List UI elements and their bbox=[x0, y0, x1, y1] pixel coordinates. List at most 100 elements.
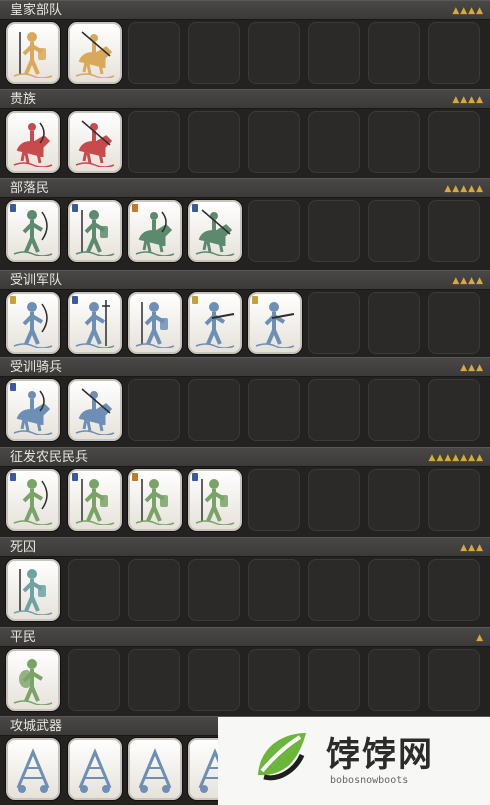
section-levy: 征发农民民兵 ▲▲▲▲▲▲▲ bbox=[0, 447, 490, 531]
empty-unit-slot[interactable] bbox=[428, 111, 480, 173]
empty-unit-slot[interactable] bbox=[368, 22, 420, 84]
levy-axeman-card[interactable] bbox=[128, 469, 182, 531]
empty-unit-slot[interactable] bbox=[128, 559, 180, 621]
empty-unit-slot[interactable] bbox=[188, 559, 240, 621]
unit-portrait-icon bbox=[13, 569, 53, 615]
section-trained-cav: 受训骑兵 ▲▲▲ bbox=[0, 357, 490, 441]
empty-unit-slot[interactable] bbox=[368, 200, 420, 262]
unit-portrait-icon bbox=[135, 302, 175, 348]
empty-unit-slot[interactable] bbox=[128, 22, 180, 84]
empty-unit-slot[interactable] bbox=[428, 22, 480, 84]
levy-archer-card[interactable] bbox=[6, 469, 60, 531]
section-title: 皇家部队 bbox=[10, 3, 63, 18]
noble-horse-archer-card[interactable] bbox=[6, 111, 60, 173]
royal-cavalry-card[interactable] bbox=[68, 22, 122, 84]
tier-banner-icon bbox=[10, 204, 16, 212]
unit-portrait-icon bbox=[75, 300, 115, 348]
empty-unit-slot[interactable] bbox=[188, 649, 240, 711]
empty-unit-slot[interactable] bbox=[188, 379, 240, 441]
empty-unit-slot[interactable] bbox=[368, 111, 420, 173]
empty-unit-slot[interactable] bbox=[308, 469, 360, 531]
section-trained: 受训军队 ▲▲▲▲ bbox=[0, 270, 490, 354]
trained-swordsman-card[interactable] bbox=[128, 292, 182, 354]
empty-unit-slot[interactable] bbox=[188, 111, 240, 173]
empty-unit-slot[interactable] bbox=[428, 649, 480, 711]
trained-heavy-gunner-card[interactable] bbox=[248, 292, 302, 354]
trained-horse-archer-card[interactable] bbox=[6, 379, 60, 441]
tier-banner-icon bbox=[192, 473, 198, 481]
section-header: 征发农民民兵 ▲▲▲▲▲▲▲ bbox=[0, 447, 490, 467]
siege-catapult-card[interactable] bbox=[68, 738, 122, 800]
section-header: 部落民 ▲▲▲▲▲ bbox=[0, 178, 490, 198]
tribal-cavalry-card[interactable] bbox=[188, 200, 242, 262]
prisoner-card[interactable] bbox=[6, 559, 60, 621]
levy-shield-card[interactable] bbox=[188, 469, 242, 531]
section-title: 部落民 bbox=[10, 181, 50, 196]
empty-unit-slot[interactable] bbox=[248, 559, 300, 621]
tier-banner-icon bbox=[72, 296, 78, 304]
siege-trebuchet-card[interactable] bbox=[6, 738, 60, 800]
unit-portrait-icon bbox=[13, 479, 53, 525]
empty-unit-slot[interactable] bbox=[308, 379, 360, 441]
empty-unit-slot[interactable] bbox=[308, 649, 360, 711]
empty-unit-slot[interactable] bbox=[308, 111, 360, 173]
empty-unit-slot[interactable] bbox=[68, 649, 120, 711]
empty-unit-slot[interactable] bbox=[308, 200, 360, 262]
empty-unit-slot[interactable] bbox=[308, 22, 360, 84]
empty-unit-slot[interactable] bbox=[368, 379, 420, 441]
empty-unit-slot[interactable] bbox=[428, 200, 480, 262]
trained-archer-card[interactable] bbox=[6, 292, 60, 354]
empty-unit-slot[interactable] bbox=[428, 469, 480, 531]
section-title: 攻城武器 bbox=[10, 719, 63, 734]
empty-unit-slot[interactable] bbox=[248, 649, 300, 711]
trained-cavalry-card[interactable] bbox=[68, 379, 122, 441]
empty-unit-slot[interactable] bbox=[428, 559, 480, 621]
unit-count-pips: ▲▲▲▲ bbox=[452, 6, 484, 16]
empty-unit-slot[interactable] bbox=[248, 111, 300, 173]
siege-tower-card[interactable] bbox=[128, 738, 182, 800]
tier-banner-icon bbox=[132, 204, 138, 212]
civilian-card[interactable] bbox=[6, 649, 60, 711]
empty-unit-slot[interactable] bbox=[368, 649, 420, 711]
empty-unit-slot[interactable] bbox=[428, 379, 480, 441]
unit-slot-grid bbox=[0, 200, 490, 266]
empty-unit-slot[interactable] bbox=[428, 292, 480, 354]
unit-portrait-icon bbox=[255, 302, 295, 348]
empty-unit-slot[interactable] bbox=[368, 469, 420, 531]
unit-portrait-icon bbox=[135, 479, 175, 525]
empty-unit-slot[interactable] bbox=[188, 22, 240, 84]
unit-portrait-icon bbox=[13, 659, 53, 705]
trained-pikeman-card[interactable] bbox=[68, 292, 122, 354]
tribal-spearman-card[interactable] bbox=[68, 200, 122, 262]
trained-handgunner-card[interactable] bbox=[188, 292, 242, 354]
unit-count-pips: ▲ bbox=[476, 633, 484, 643]
tribal-horse-archer-card[interactable] bbox=[128, 200, 182, 262]
empty-unit-slot[interactable] bbox=[368, 292, 420, 354]
levy-spearman-card[interactable] bbox=[68, 469, 122, 531]
site-name: 饽饽网 bbox=[326, 735, 434, 775]
empty-unit-slot[interactable] bbox=[68, 559, 120, 621]
section-title: 征发农民民兵 bbox=[10, 450, 89, 465]
empty-unit-slot[interactable] bbox=[368, 559, 420, 621]
unit-slot-grid bbox=[0, 292, 490, 358]
empty-unit-slot[interactable] bbox=[128, 649, 180, 711]
empty-unit-slot[interactable] bbox=[308, 559, 360, 621]
empty-unit-slot[interactable] bbox=[248, 469, 300, 531]
section-header: 受训骑兵 ▲▲▲ bbox=[0, 357, 490, 377]
unit-portrait-icon bbox=[195, 209, 235, 256]
empty-unit-slot[interactable] bbox=[308, 292, 360, 354]
unit-portrait-icon bbox=[138, 748, 172, 793]
leaf-logo-icon bbox=[258, 733, 306, 781]
royal-spear-infantry-card[interactable] bbox=[6, 22, 60, 84]
empty-unit-slot[interactable] bbox=[248, 200, 300, 262]
unit-slot-grid bbox=[0, 469, 490, 535]
empty-unit-slot[interactable] bbox=[248, 22, 300, 84]
tribal-archer-card[interactable] bbox=[6, 200, 60, 262]
empty-unit-slot[interactable] bbox=[128, 111, 180, 173]
unit-count-pips: ▲▲▲▲ bbox=[452, 276, 484, 286]
empty-unit-slot[interactable] bbox=[128, 379, 180, 441]
noble-cavalry-card[interactable] bbox=[68, 111, 122, 173]
unit-slot-grid bbox=[0, 559, 490, 625]
unit-portrait-icon bbox=[13, 122, 53, 167]
empty-unit-slot[interactable] bbox=[248, 379, 300, 441]
